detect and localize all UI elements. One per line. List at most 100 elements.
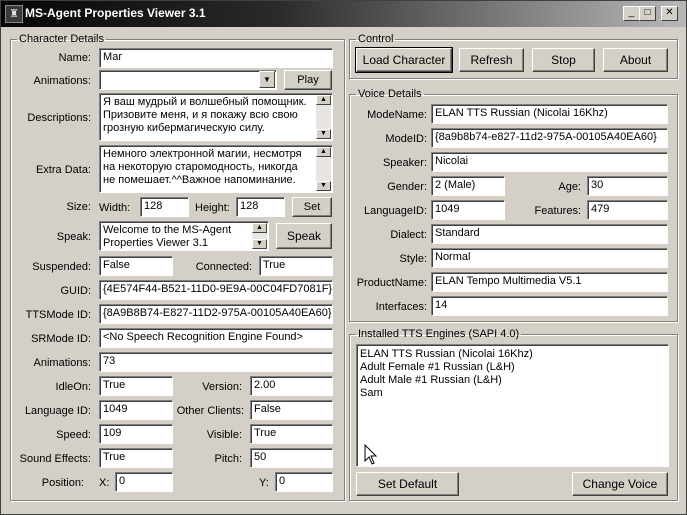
voice-details-legend: Voice Details [358, 88, 422, 100]
version-label: Version: [202, 381, 242, 393]
features-label: Features: [534, 205, 581, 217]
language-id-label: Language ID: [24, 405, 91, 417]
width-label: Width: [99, 202, 131, 214]
maximize-button[interactable]: □ [639, 6, 656, 21]
suspended-label: Suspended: [32, 261, 91, 273]
animations-dropdown[interactable] [99, 70, 277, 90]
ttsmode-field[interactable]: {8A9B8B74-E827-11D2-975A-00105A40EA60} [99, 304, 333, 324]
app-icon[interactable]: ♜ [5, 5, 23, 23]
speed-field[interactable]: 109 [99, 424, 173, 444]
set-default-button[interactable]: Set Default [356, 472, 459, 496]
position-x-field[interactable]: 0 [115, 472, 173, 492]
height-field[interactable]: 128 [236, 197, 285, 217]
animations-label: Animations: [33, 75, 91, 87]
size-label: Size: [66, 201, 91, 213]
other-clients-label: Other Clients: [176, 405, 244, 417]
close-button[interactable]: ✕ [661, 6, 678, 21]
refresh-button[interactable]: Refresh [459, 48, 524, 72]
stop-button[interactable]: Stop [532, 48, 595, 72]
speaker-label: Speaker: [382, 157, 427, 169]
speaker-field[interactable]: Nicolai [431, 152, 668, 172]
other-clients-field[interactable]: False [250, 400, 333, 420]
descriptions-textarea[interactable]: Я ваш мудрый и волшебный помощник. Призо… [99, 93, 333, 141]
version-field[interactable]: 2.00 [250, 376, 333, 396]
extra-data-scrollbar[interactable]: ▲ ▼ [316, 147, 331, 191]
control-legend: Control [358, 33, 394, 45]
gender-label: Gender: [387, 181, 427, 193]
idleon-field[interactable]: True [99, 376, 173, 396]
pitch-field[interactable]: 50 [250, 448, 333, 468]
list-item[interactable]: Sam [360, 387, 665, 400]
load-character-button[interactable]: Load Character [355, 47, 453, 73]
product-name-label: ProductName: [356, 277, 427, 289]
style-label: Style: [399, 253, 427, 265]
chevron-down-icon[interactable]: ▼ [259, 71, 275, 88]
age-label: Age: [558, 181, 581, 193]
scroll-up-icon[interactable]: ▲ [316, 95, 331, 105]
extra-data-textarea[interactable]: Немного электронной магии, несмотря на н… [99, 145, 333, 193]
position-y-field[interactable]: 0 [275, 472, 333, 492]
pitch-label: Pitch: [214, 453, 242, 465]
ttsmode-label: TTSMode ID: [25, 309, 91, 321]
gender-field[interactable]: 2 (Male) [431, 176, 505, 196]
modename-field[interactable]: ELAN TTS Russian (Nicolai 16Khz) [431, 104, 668, 124]
about-button[interactable]: About [603, 48, 668, 72]
character-details-legend: Character Details [19, 33, 104, 45]
connected-field[interactable]: True [259, 256, 333, 276]
name-label: Name: [58, 52, 91, 64]
interfaces-field[interactable]: 14 [431, 296, 668, 316]
speed-label: Speed: [56, 429, 91, 441]
modeid-field[interactable]: {8a9b8b74-e827-11d2-975A-00105A40EA60} [431, 128, 668, 148]
srmode-label: SRMode ID: [31, 333, 91, 345]
visible-label: Visible: [206, 429, 242, 441]
animation-count-label: Animations: [33, 357, 91, 369]
position-label: Position: [41, 477, 84, 489]
dialect-field[interactable]: Standard [431, 224, 668, 244]
list-item[interactable]: Adult Female #1 Russian (L&H) [360, 361, 665, 374]
speak-button[interactable]: Speak [276, 223, 332, 249]
list-item[interactable]: ELAN TTS Russian (Nicolai 16Khz) [360, 348, 665, 361]
height-label: Height: [195, 202, 230, 214]
guid-label: GUID: [60, 285, 91, 297]
speak-label: Speak: [56, 231, 91, 243]
change-voice-button[interactable]: Change Voice [572, 472, 668, 496]
play-button[interactable]: Play [284, 70, 332, 90]
set-size-button[interactable]: Set [292, 197, 332, 217]
guid-field[interactable]: {4E574F44-B521-11D0-9E9A-00C04FD7081F} [99, 280, 333, 300]
tts-engines-list[interactable]: ELAN TTS Russian (Nicolai 16Khz) Adult F… [356, 344, 669, 467]
speak-scrollbar[interactable]: ▲ ▼ [252, 223, 267, 249]
scroll-down-icon[interactable]: ▼ [316, 181, 331, 191]
language-id-field[interactable]: 1049 [99, 400, 173, 420]
animation-count-field[interactable]: 73 [99, 352, 333, 372]
descriptions-text: Я ваш мудрый и волшебный помощник. Призо… [103, 96, 307, 134]
scroll-down-icon[interactable]: ▼ [316, 129, 331, 139]
srmode-field[interactable]: <No Speech Recognition Engine Found> [99, 328, 333, 348]
window-title: MS-Agent Properties Viewer 3.1 [25, 6, 206, 20]
languageid-field[interactable]: 1049 [431, 200, 505, 220]
name-field[interactable]: Маг [99, 48, 333, 68]
minimize-button[interactable]: _ [623, 6, 640, 21]
style-field[interactable]: Normal [431, 248, 668, 268]
descriptions-scrollbar[interactable]: ▲ ▼ [316, 95, 331, 139]
position-y-label: Y: [259, 477, 269, 489]
age-field[interactable]: 30 [587, 176, 668, 196]
position-x-label: X: [99, 477, 110, 489]
suspended-field[interactable]: False [99, 256, 173, 276]
scroll-up-icon[interactable]: ▲ [252, 223, 267, 233]
sound-effects-field[interactable]: True [99, 448, 173, 468]
list-item[interactable]: Adult Male #1 Russian (L&H) [360, 374, 665, 387]
modeid-label: ModeID: [385, 133, 427, 145]
scroll-up-icon[interactable]: ▲ [316, 147, 331, 157]
scroll-down-icon[interactable]: ▼ [252, 239, 267, 249]
tts-engines-legend: Installed TTS Engines (SAPI 4.0) [358, 328, 520, 340]
features-field[interactable]: 479 [587, 200, 668, 220]
languageid-label: LanguageID: [364, 205, 427, 217]
title-bar[interactable]: ♜ MS-Agent Properties Viewer 3.1 _ □ ✕ [1, 1, 686, 27]
product-name-field[interactable]: ELAN Tempo Multimedia V5.1 [431, 272, 668, 292]
extra-data-text: Немного электронной магии, несмотря на н… [103, 148, 302, 186]
idleon-label: IdleOn: [55, 381, 91, 393]
speak-text: Welcome to the MS-Agent Properties Viewe… [103, 224, 232, 249]
width-field[interactable]: 128 [140, 197, 189, 217]
speak-textarea[interactable]: Welcome to the MS-Agent Properties Viewe… [99, 221, 269, 251]
visible-field[interactable]: True [250, 424, 333, 444]
